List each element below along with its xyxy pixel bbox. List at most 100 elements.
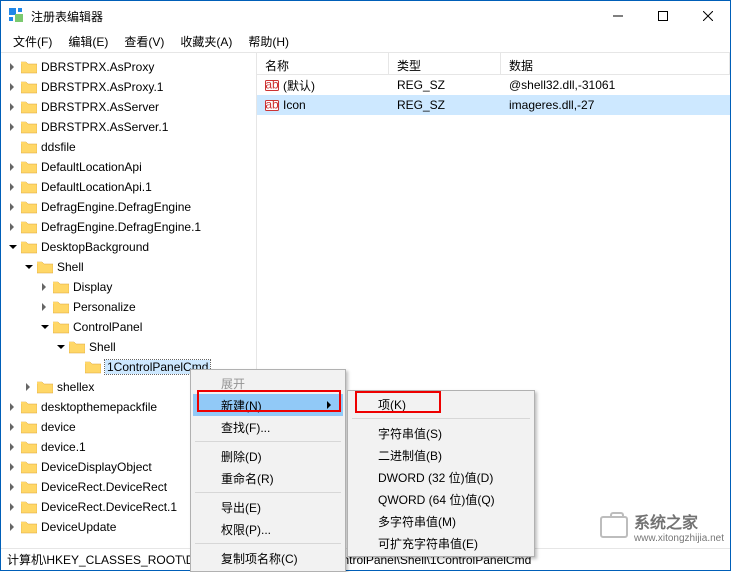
subctx-dword[interactable]: DWORD (32 位)值(D): [350, 466, 532, 488]
window-buttons: [595, 1, 730, 31]
tree-twist-icon[interactable]: [5, 241, 21, 253]
ctx-find[interactable]: 查找(F)...: [193, 416, 343, 438]
subctx-multistring[interactable]: 多字符串值(M): [350, 510, 532, 532]
context-submenu-new: 项(K) 字符串值(S) 二进制值(B) DWORD (32 位)值(D) QW…: [347, 390, 535, 557]
tree-node-label: DeviceRect.DeviceRect.1: [41, 500, 177, 514]
tree-twist-icon[interactable]: [5, 63, 21, 71]
tree-twist-icon[interactable]: [37, 303, 53, 311]
folder-icon: [21, 180, 37, 194]
tree-twist-icon[interactable]: [5, 103, 21, 111]
tree-twist-icon[interactable]: [5, 503, 21, 511]
tree-twist-icon[interactable]: [5, 123, 21, 131]
col-type[interactable]: 类型: [389, 53, 501, 74]
tree-twist-icon[interactable]: [5, 223, 21, 231]
value-row[interactable]: abIconREG_SZimageres.dll,-27: [257, 95, 730, 115]
folder-icon: [53, 320, 69, 334]
tree-node-label: DefaultLocationApi.1: [41, 180, 152, 194]
tree-node-label: DefragEngine.DefragEngine.1: [41, 220, 201, 234]
tree-twist-icon[interactable]: [5, 83, 21, 91]
folder-icon: [21, 60, 37, 74]
tree-node[interactable]: ddsfile: [1, 137, 256, 157]
subctx-string[interactable]: 字符串值(S): [350, 422, 532, 444]
ctx-rename[interactable]: 重命名(R): [193, 467, 343, 489]
folder-icon: [85, 360, 101, 374]
tree-twist-icon[interactable]: [5, 483, 21, 491]
watermark-url: www.xitongzhijia.net: [634, 533, 724, 544]
tree-node[interactable]: DefaultLocationApi.1: [1, 177, 256, 197]
menu-view[interactable]: 查看(V): [116, 31, 172, 52]
col-name[interactable]: 名称: [257, 53, 389, 74]
menu-file[interactable]: 文件(F): [5, 31, 60, 52]
tree-node-label: DefragEngine.DefragEngine: [41, 200, 191, 214]
tree-twist-icon[interactable]: [21, 383, 37, 391]
ctx-copy-keyname[interactable]: 复制项名称(C): [193, 547, 343, 569]
tree-node-label: DefaultLocationApi: [41, 160, 142, 174]
tree-node-label: shellex: [57, 380, 94, 394]
tree-node[interactable]: Shell: [1, 257, 256, 277]
tree-node[interactable]: ControlPanel: [1, 317, 256, 337]
ctx-new[interactable]: 新建(N): [193, 394, 343, 416]
column-headers: 名称 类型 数据: [257, 53, 730, 75]
tree-node-label: DeviceDisplayObject: [41, 460, 152, 474]
subctx-expandstring[interactable]: 可扩充字符串值(E): [350, 532, 532, 554]
subctx-qword[interactable]: QWORD (64 位)值(Q): [350, 488, 532, 510]
folder-icon: [21, 100, 37, 114]
value-row[interactable]: ab(默认)REG_SZ@shell32.dll,-31061: [257, 75, 730, 95]
tree-node[interactable]: DBRSTPRX.AsServer.1: [1, 117, 256, 137]
tree-node[interactable]: DesktopBackground: [1, 237, 256, 257]
tree-node-label: DeviceRect.DeviceRect: [41, 480, 167, 494]
tree-twist-icon[interactable]: [5, 183, 21, 191]
tree-twist-icon[interactable]: [53, 341, 69, 353]
tree-twist-icon[interactable]: [5, 403, 21, 411]
close-button[interactable]: [685, 1, 730, 31]
tree-twist-icon[interactable]: [37, 321, 53, 333]
tree-twist-icon[interactable]: [5, 443, 21, 451]
tree-node-label: desktopthemepackfile: [41, 400, 157, 414]
ctx-delete[interactable]: 删除(D): [193, 445, 343, 467]
tree-node-label: ControlPanel: [73, 320, 142, 334]
folder-icon: [21, 420, 37, 434]
ctx-expand: 展开: [193, 372, 343, 394]
tree-node-label: Shell: [57, 260, 84, 274]
tree-node[interactable]: DBRSTPRX.AsServer: [1, 97, 256, 117]
tree-twist-icon[interactable]: [5, 463, 21, 471]
tree-twist-icon[interactable]: [5, 423, 21, 431]
maximize-button[interactable]: [640, 1, 685, 31]
tree-twist-icon[interactable]: [5, 523, 21, 531]
menu-favorites[interactable]: 收藏夹(A): [172, 31, 240, 52]
tree-node[interactable]: Shell: [1, 337, 256, 357]
tree-node[interactable]: DefaultLocationApi: [1, 157, 256, 177]
submenu-arrow-icon: [327, 401, 335, 409]
regedit-icon: [9, 8, 25, 24]
tree-node[interactable]: Display: [1, 277, 256, 297]
tree-node[interactable]: DBRSTPRX.AsProxy: [1, 57, 256, 77]
ctx-permissions[interactable]: 权限(P)...: [193, 518, 343, 540]
watermark-text: 系统之家: [634, 509, 724, 533]
tree-node[interactable]: DefragEngine.DefragEngine: [1, 197, 256, 217]
value-type: REG_SZ: [389, 98, 501, 112]
col-data[interactable]: 数据: [501, 53, 730, 74]
separator: [195, 543, 341, 544]
svg-text:ab: ab: [265, 78, 279, 92]
value-data: imageres.dll,-27: [501, 98, 730, 112]
tree-node[interactable]: DefragEngine.DefragEngine.1: [1, 217, 256, 237]
folder-icon: [21, 440, 37, 454]
folder-icon: [53, 280, 69, 294]
tree-twist-icon[interactable]: [5, 163, 21, 171]
folder-icon: [21, 120, 37, 134]
subctx-binary[interactable]: 二进制值(B): [350, 444, 532, 466]
tree-twist-icon[interactable]: [37, 283, 53, 291]
minimize-button[interactable]: [595, 1, 640, 31]
menu-help[interactable]: 帮助(H): [240, 31, 297, 52]
tree-node-label: device: [41, 420, 76, 434]
menu-edit[interactable]: 编辑(E): [60, 31, 116, 52]
tree-node[interactable]: DBRSTPRX.AsProxy.1: [1, 77, 256, 97]
subctx-key[interactable]: 项(K): [350, 393, 532, 415]
tree-twist-icon[interactable]: [5, 203, 21, 211]
tree-node[interactable]: Personalize: [1, 297, 256, 317]
ctx-export[interactable]: 导出(E): [193, 496, 343, 518]
string-value-icon: ab: [265, 98, 279, 112]
folder-icon: [21, 140, 37, 154]
tree-node-label: DBRSTPRX.AsProxy: [41, 60, 154, 74]
tree-twist-icon[interactable]: [21, 261, 37, 273]
